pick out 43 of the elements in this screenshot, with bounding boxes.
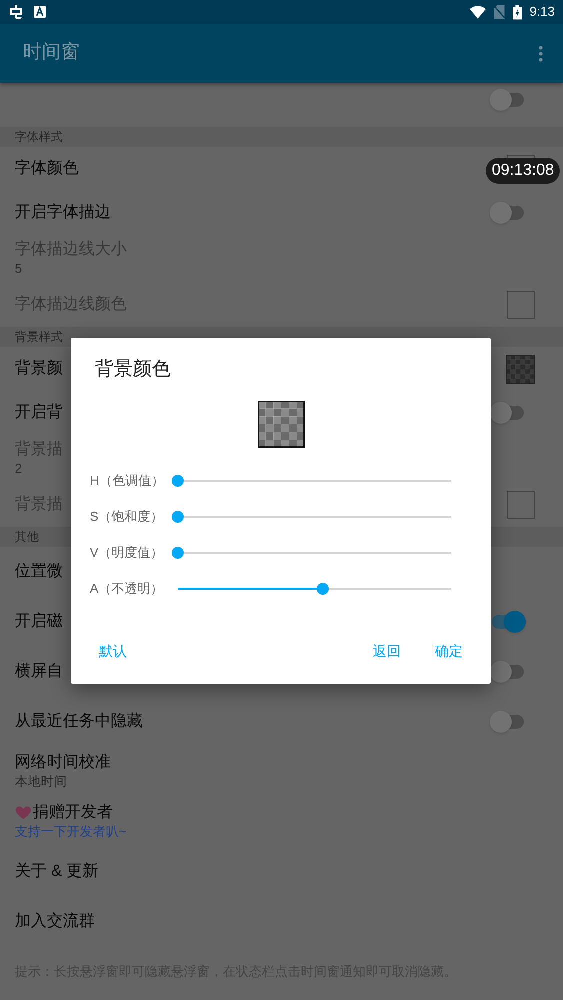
setting-title: 横屏自 <box>15 662 63 682</box>
default-button[interactable]: 默认 <box>89 637 137 666</box>
setting-title: 字体颜色 <box>15 158 79 179</box>
setting-title: 位置微 <box>15 562 63 582</box>
section-header: 其他 <box>15 529 39 546</box>
setting-title: 网络时间校准 <box>15 753 111 773</box>
slider-thumb[interactable] <box>172 546 184 558</box>
battery-charging-icon <box>512 4 522 20</box>
wifi-icon <box>470 6 486 18</box>
keyboard-icon <box>34 6 46 18</box>
setting-title: 捐赠开发者 <box>33 803 113 823</box>
more-options-icon[interactable] <box>539 46 543 62</box>
slider-label: V（明度值） <box>90 544 165 562</box>
no-sim-icon <box>494 5 505 19</box>
heart-icon <box>15 806 32 820</box>
setting-title: 开启磁 <box>15 612 63 632</box>
setting-title: 从最近任务中隐藏 <box>15 712 143 732</box>
dialog-title: 背景颜色 <box>95 358 172 382</box>
toggle-switch[interactable] <box>490 202 526 224</box>
dialog-button[interactable]: 确定 <box>425 637 473 666</box>
clock-toast[interactable]: 09:13:08 <box>486 158 560 184</box>
app-notification-icon <box>8 4 24 20</box>
setting-title: 背景颜 <box>15 358 63 379</box>
slider-thumb[interactable] <box>316 582 329 594</box>
slider-label: S（饱和度） <box>90 508 165 526</box>
setting-title: 关于 & 更新 <box>15 862 99 882</box>
setting-summary: 支持一下开发者叭~ <box>15 823 128 841</box>
slider-label: A（不透明） <box>90 580 165 598</box>
slider-label: H（色调值） <box>90 472 166 490</box>
toggle-switch[interactable] <box>490 661 526 683</box>
clock-time: 9:13 <box>530 3 555 22</box>
toggle-switch[interactable] <box>490 611 526 633</box>
toggle-switch[interactable] <box>490 89 526 111</box>
toggle-switch[interactable] <box>490 711 526 733</box>
app-title: 时间窗 <box>23 41 80 66</box>
toggle-switch[interactable] <box>490 402 526 424</box>
setting-title: 开启字体描边 <box>15 202 111 223</box>
setting-summary: 本地时间 <box>15 773 68 791</box>
slider-thumb[interactable] <box>172 474 184 486</box>
dialog-button[interactable]: 返回 <box>363 637 411 666</box>
slider-thumb[interactable] <box>172 510 184 522</box>
setting-title: 开启背 <box>15 402 63 423</box>
setting-title: 加入交流群 <box>15 912 95 932</box>
